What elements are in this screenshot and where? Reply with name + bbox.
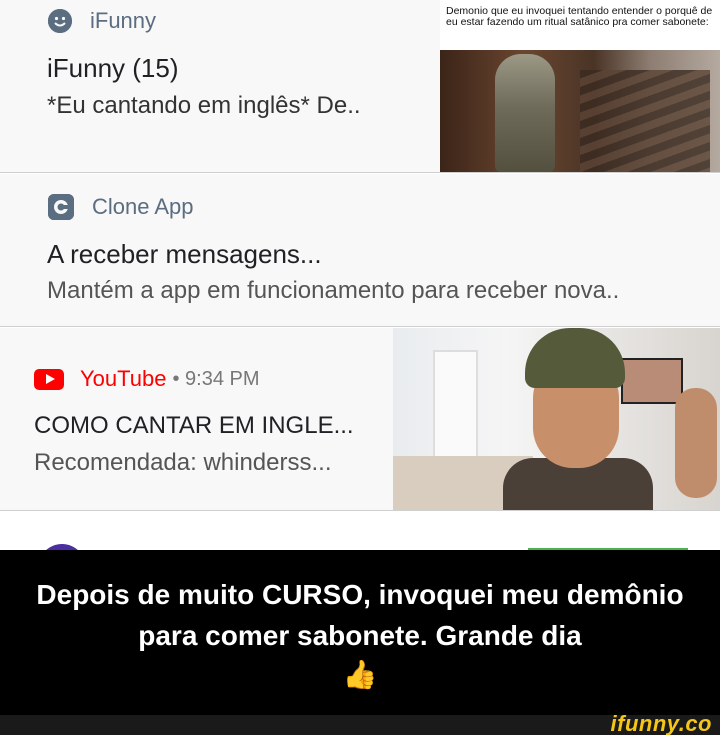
notification-title: iFunny (15) xyxy=(47,53,179,83)
notification-text: Recomendada: whinderss... xyxy=(34,449,332,476)
notification-time: • 9:34 PM xyxy=(172,367,260,390)
meme-caption-box: Depois de muito CURSO, invoquei meu demô… xyxy=(0,550,720,715)
notification-thumbnail: Demonio que eu invoquei tentando entende… xyxy=(440,0,720,172)
door-shape xyxy=(433,350,478,468)
zombie-figure xyxy=(495,54,555,172)
meme-image xyxy=(440,50,720,172)
notification-youtube[interactable]: YouTube • 9:34 PM COMO CANTAR EM INGLE..… xyxy=(0,328,720,511)
video-thumbnail xyxy=(393,328,720,510)
notification-text: Mantém a app em funcionamento para receb… xyxy=(47,277,620,304)
app-header: YouTube • 9:34 PM xyxy=(34,366,260,392)
poster-shape xyxy=(621,358,683,404)
pointing-hand xyxy=(675,388,717,498)
notification-clone-app[interactable]: Clone App A receber mensagens... Mantém … xyxy=(0,174,720,327)
app-name: YouTube xyxy=(80,366,167,391)
thumbs-up-icon: 👍 xyxy=(342,659,378,690)
smiley-icon xyxy=(48,9,72,33)
app-name: iFunny xyxy=(90,8,157,33)
notification-title: COMO CANTAR EM INGLE... xyxy=(34,412,354,439)
meme-caption: Demonio que eu invoquei tentando entende… xyxy=(446,5,713,28)
youtube-icon xyxy=(34,368,64,390)
next-notification-peek xyxy=(0,512,720,592)
app-name: Clone App xyxy=(92,194,194,219)
beanie-hat xyxy=(525,328,625,388)
app-header: Clone App xyxy=(48,194,194,220)
app-header: iFunny xyxy=(48,8,156,34)
stairs-shape xyxy=(580,70,710,172)
clone-app-icon xyxy=(48,194,74,220)
ifunny-watermark: ifunny.co xyxy=(610,711,712,735)
caption-text: Depois de muito CURSO, invoquei meu demô… xyxy=(36,579,684,651)
footer-bar: ifunny.co xyxy=(0,711,720,735)
notification-ifunny[interactable]: iFunny iFunny (15) *Eu cantando em inglê… xyxy=(0,0,720,173)
notification-title: A receber mensagens... xyxy=(47,239,322,269)
notification-text: *Eu cantando em inglês* De.. xyxy=(47,92,361,119)
